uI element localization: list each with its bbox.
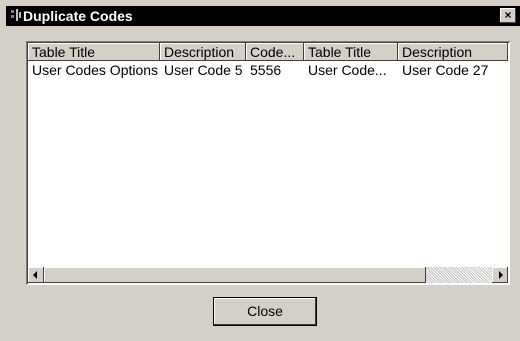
cell-description: User Code 5 — [164, 62, 243, 78]
close-icon[interactable]: × — [500, 8, 516, 23]
column-header-code[interactable]: Code... — [246, 43, 304, 61]
column-header-row: Table Title Description Code... Table Ti… — [28, 43, 508, 61]
column-header-description-2[interactable]: Description — [398, 43, 508, 61]
duplicate-codes-dialog: Duplicate Codes × Table Title Descriptio… — [0, 0, 520, 341]
table-row[interactable]: User Codes Options User Code 5 5556 User… — [28, 62, 508, 79]
column-header-table-title[interactable]: Table Title — [28, 43, 160, 61]
cell-table-title: User Codes Options — [32, 62, 159, 78]
column-header-description[interactable]: Description — [160, 43, 246, 61]
scroll-left-button[interactable] — [28, 267, 44, 283]
arrow-right-icon — [499, 271, 503, 279]
scroll-right-button[interactable] — [492, 267, 508, 283]
close-button[interactable]: Close — [213, 297, 317, 326]
scroll-track[interactable] — [426, 267, 492, 283]
duplicate-codes-list[interactable]: Table Title Description Code... Table Ti… — [26, 41, 510, 285]
cell-table-title-2: User Code... — [308, 62, 387, 78]
column-header-table-title-2[interactable]: Table Title — [304, 43, 398, 61]
arrow-left-icon — [33, 271, 37, 279]
scroll-thumb[interactable] — [44, 267, 426, 283]
cell-code: 5556 — [250, 62, 282, 78]
cell-description-2: User Code 27 — [402, 62, 489, 78]
window-title: Duplicate Codes — [23, 8, 133, 24]
horizontal-scrollbar[interactable] — [28, 267, 508, 283]
title-bar[interactable]: Duplicate Codes × — [6, 6, 520, 26]
app-icon — [11, 9, 21, 21]
